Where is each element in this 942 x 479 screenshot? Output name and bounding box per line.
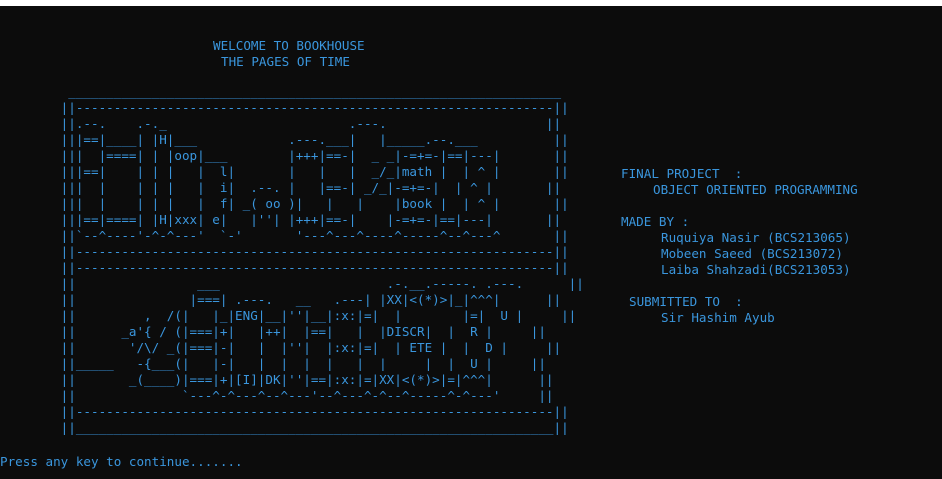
ascii-art-line: ||______________________________________… — [0, 420, 569, 435]
submitted-to-label: SUBMITTED TO : — [629, 294, 743, 309]
ascii-art-line: || |===| .---. __ .---| |XX|<(*)>|_|^^^|… — [0, 292, 562, 307]
ascii-art-line: ||--------------------------------------… — [0, 100, 569, 115]
ascii-art-line: ||| | | | | | i| .--. | |==-| _/_|-=+=-|… — [0, 180, 562, 195]
made-by-label: MADE BY : — [621, 214, 690, 229]
instructor-name: Sir Hashim Ayub — [661, 310, 775, 325]
welcome-tagline: THE PAGES OF TIME — [221, 54, 350, 69]
window-top-strip — [0, 0, 942, 6]
bookshelf-ascii-art: ________________________________________… — [0, 84, 584, 436]
ascii-art-line: ||--------------------------------------… — [0, 404, 569, 419]
ascii-art-line: ||.--. .-._ .---. || — [0, 116, 562, 131]
course-name: OBJECT ORIENTED PROGRAMMING — [653, 182, 858, 197]
ascii-art-line: || `---^-^---^--^---'--^---^-^--^-----^-… — [0, 388, 554, 403]
continue-prompt[interactable]: Press any key to continue....... — [0, 454, 243, 470]
ascii-art-line: |||==|====| |H|xxx| e| |''| |+++|==-| |-… — [0, 212, 562, 227]
ascii-art-line: ||| |====| | |oop|___ |+++|==-| _ _|-=+=… — [0, 148, 569, 163]
member-name: Ruquiya Nasir (BCS213065) — [661, 230, 851, 245]
member-name: Laiba Shahzadi(BCS213053) — [661, 262, 851, 277]
member-name: Mobeen Saeed (BCS213072) — [661, 246, 843, 261]
ascii-art-line: ||| | | | | | f| _( oo )| | | |book | | … — [0, 196, 569, 211]
ascii-art-line: || _(____)|===|+|[I]|DK|''|==|:x:|=|XX|<… — [0, 372, 554, 387]
ascii-art-line: |||==|____| |H|___ .---.___| |_____.--._… — [0, 132, 569, 147]
ascii-art-line: ________________________________________… — [0, 84, 562, 99]
ascii-art-line: || ___ .-.__.-----. .---. || — [0, 276, 584, 291]
ascii-art-line: || , /(| |_|ENG|__|''|__|:x:|=| | |=| U … — [0, 308, 577, 323]
ascii-art-line: |||==| | | | | l| | | | _/_|math | | ^ |… — [0, 164, 569, 179]
ascii-art-line: || '/\/ _(|===|-| | |''| |:x:|=| | ETE |… — [0, 340, 562, 355]
welcome-title: WELCOME TO BOOKHOUSE — [213, 38, 365, 53]
final-project-label: FINAL PROJECT : — [621, 166, 743, 181]
ascii-art-line: ||`--^----'-^-^---' `-' '---^---^----^--… — [0, 228, 569, 243]
ascii-art-line: ||--------------------------------------… — [0, 244, 569, 259]
ascii-art-line: ||--------------------------------------… — [0, 260, 569, 275]
ascii-art-line: ||_____ -{___(| |-| | | | | | | | | U | … — [0, 356, 546, 371]
ascii-art-line: || _a'{ / (|===|+| |++| |==| | |DISCR| |… — [0, 324, 546, 339]
